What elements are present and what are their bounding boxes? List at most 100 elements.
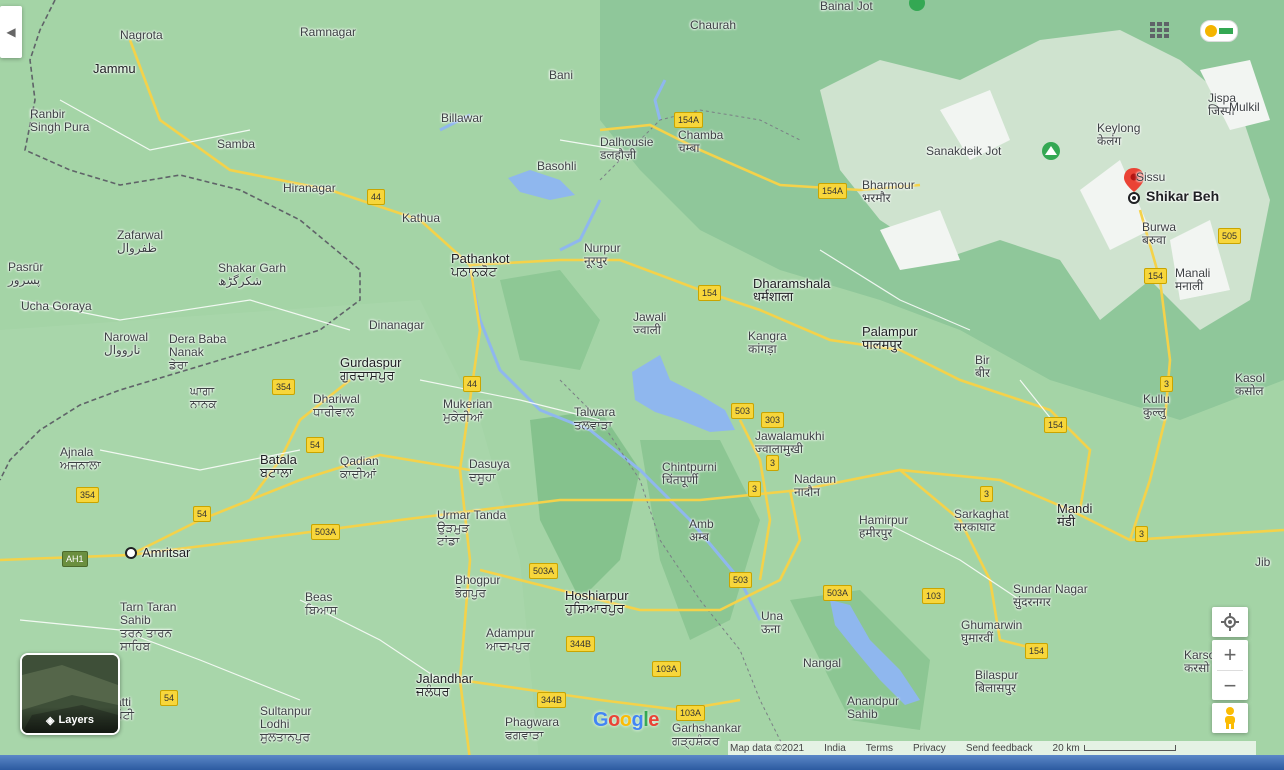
place-label-chintpurni[interactable]: Chintpurni चिंतपूर्णी	[662, 461, 717, 487]
place-label-zafarwal[interactable]: Zafarwal ظفروال	[117, 229, 163, 255]
place-label-basohli[interactable]: Basohli	[537, 160, 576, 173]
place-label-manali[interactable]: Manali मनाली	[1175, 267, 1210, 293]
place-label-sundarnagar[interactable]: Sundar Nagar सुंदरनगर	[1013, 583, 1088, 609]
place-label-ghaga[interactable]: ਘਾਗਾ ਨਾਨਕ	[190, 385, 217, 411]
place-label-hamirpur[interactable]: Hamirpur हमीरपुर	[859, 514, 908, 540]
place-label-beas[interactable]: Beas ਬਿਆਸ	[305, 591, 337, 617]
road-shield: 154	[1144, 268, 1168, 284]
place-label-line: ਨਾਨਕ	[190, 397, 217, 411]
place-label-bir[interactable]: Bir बीर	[975, 354, 990, 380]
pin-label[interactable]: Shikar Beh	[1146, 189, 1219, 203]
place-label-sarkaghat[interactable]: Sarkaghat सरकाघाट	[954, 508, 1009, 534]
terms-link[interactable]: Terms	[866, 743, 893, 754]
street-view-pegman[interactable]	[1212, 703, 1248, 733]
layers-label: Layers	[58, 714, 94, 726]
place-label-mulkil[interactable]: Mulkil	[1229, 101, 1260, 114]
os-taskbar	[0, 755, 1284, 770]
place-label-pasrur[interactable]: Pasrūr پسرور	[8, 261, 43, 287]
side-panel-toggle[interactable]: ◀	[0, 6, 22, 58]
place-label-line: Kathua	[402, 211, 441, 225]
place-label-line: Nagrota	[120, 28, 163, 42]
place-label-line: बीर	[975, 366, 990, 380]
place-label-hiranagar[interactable]: Hiranagar	[283, 182, 336, 195]
place-label-una[interactable]: Una ऊना	[761, 610, 783, 636]
place-label-jammu[interactable]: Jammu	[93, 62, 136, 75]
place-label-jawalamukhi[interactable]: Jawalamukhi ज्वालामुखी	[755, 430, 824, 456]
place-label-narowal[interactable]: Narowal نارووال	[104, 331, 148, 357]
place-label-bani[interactable]: Bani	[549, 69, 573, 82]
place-label-keylong[interactable]: Keylong केलंग	[1097, 122, 1140, 148]
place-label-kathua[interactable]: Kathua	[402, 212, 440, 225]
place-label-nadaun[interactable]: Nadaun नादौन	[794, 473, 836, 499]
layers-button[interactable]: ◈ Layers	[20, 653, 120, 735]
place-label-qadian[interactable]: Qadian ਕਾਦੀਆਂ	[340, 455, 379, 481]
place-label-anandpur[interactable]: Anandpur Sahib	[847, 695, 899, 721]
account-avatar[interactable]	[1200, 20, 1238, 42]
place-label-line: धर्मशाला	[753, 289, 794, 304]
privacy-link[interactable]: Privacy	[913, 743, 946, 754]
place-label-talwara[interactable]: Talwara ਤਲਵਾੜਾ	[574, 406, 615, 432]
place-label-line: भरमौर	[862, 191, 891, 205]
place-label-bilaspur[interactable]: Bilaspur बिलासपुर	[975, 669, 1018, 695]
scale-indicator[interactable]: 20 km	[1053, 743, 1176, 754]
place-label-kasol[interactable]: Kasol कसोल	[1235, 372, 1265, 398]
road-shield: 503	[731, 403, 755, 419]
place-label-mandi[interactable]: Mandi मंडी	[1057, 502, 1092, 528]
place-label-dinanagar[interactable]: Dinanagar	[369, 319, 424, 332]
place-label-urmar[interactable]: Urmar Tanda ਉੜਮੁੜ ਟਾਂਡਾ	[437, 509, 506, 548]
place-label-ajnala[interactable]: Ajnala ਅਜਨਾਲਾ	[60, 446, 101, 472]
place-label-burwa[interactable]: Burwa बरुवा	[1142, 221, 1176, 247]
place-label-line: Sissu	[1136, 170, 1166, 184]
place-label-sissu[interactable]: Sissu	[1136, 171, 1165, 184]
send-feedback-link[interactable]: Send feedback	[966, 743, 1033, 754]
place-label-ucha[interactable]: Ucha Goraya	[21, 300, 92, 313]
zoom-out-button[interactable]: −	[1224, 671, 1237, 700]
place-label-bhogpur[interactable]: Bhogpur ਭੋਗਪੁਰ	[455, 574, 500, 600]
place-label-jalandhar[interactable]: Jalandhar ਜਲੰਧਰ	[416, 672, 473, 698]
place-label-hoshiarpur[interactable]: Hoshiarpur ਹੁਸ਼ਿਆਰਪੁਰ	[565, 589, 629, 615]
place-label-karso[interactable]: Karso करसो	[1184, 649, 1215, 675]
place-label-amritsar[interactable]: Amritsar	[142, 546, 190, 559]
place-label-chamba[interactable]: Chamba चम्बा	[678, 129, 723, 155]
place-label-pathankot[interactable]: Pathankot ਪਠਾਨਕੋਟ	[451, 252, 510, 278]
place-label-bainal[interactable]: Bainal Jot	[820, 0, 873, 13]
place-label-derababa[interactable]: Dera Baba Nanak ਡੇਰਾ	[169, 333, 226, 372]
place-label-sultanpur[interactable]: Sultanpur Lodhi ਸੁਲਤਾਨਪੁਰ	[260, 705, 311, 744]
place-label-nangal[interactable]: Nangal	[803, 657, 841, 670]
place-label-samba[interactable]: Samba	[217, 138, 255, 151]
place-label-shakargarh[interactable]: Shakar Garh شکرگڑھ	[218, 262, 286, 288]
place-label-bharmour[interactable]: Bharmour भरमौर	[862, 179, 915, 205]
place-label-nagrota[interactable]: Nagrota	[120, 29, 163, 42]
place-label-line: ਤਲਵਾੜਾ	[574, 418, 613, 432]
place-label-ramnagar[interactable]: Ramnagar	[300, 26, 356, 39]
place-label-dhariwal[interactable]: Dhariwal ਧਾਰੀਵਾਲ	[313, 393, 360, 419]
apps-grid-icon[interactable]	[1150, 22, 1170, 38]
road-shield: 354	[272, 379, 296, 395]
place-label-palampur[interactable]: Palampur पालमपुर	[862, 325, 918, 351]
country-link[interactable]: India	[824, 743, 846, 754]
place-label-mukerian[interactable]: Mukerian ਮੁਕੇਰੀਆਂ	[443, 398, 492, 424]
place-label-line: चम्बा	[678, 141, 700, 155]
place-label-dalhousie[interactable]: Dalhousie डलहौज़ी	[600, 136, 653, 162]
place-label-ghumarwin[interactable]: Ghumarwin घुमारवीं	[961, 619, 1022, 645]
zoom-in-button[interactable]: +	[1224, 640, 1237, 670]
place-label-phagwara[interactable]: Phagwara ਫਗਵਾੜਾ	[505, 716, 559, 742]
place-label-gurdaspur[interactable]: Gurdaspur ਗੁਰਦਾਸਪੁਰ	[340, 356, 401, 382]
place-label-jawali[interactable]: Jawali ज्वाली	[633, 311, 666, 337]
place-label-chaurah[interactable]: Chaurah	[690, 19, 736, 32]
my-location-button[interactable]	[1212, 607, 1248, 637]
place-label-dharamshala[interactable]: Dharamshala धर्मशाला	[753, 277, 830, 303]
place-label-dasuya[interactable]: Dasuya ਦਸੂਹਾ	[469, 458, 510, 484]
place-label-sanakdeik[interactable]: Sanakdeik Jot	[926, 145, 1001, 158]
place-label-ranbir[interactable]: Ranbir Singh Pura	[30, 108, 89, 134]
place-label-amb[interactable]: Amb अम्ब	[689, 518, 714, 544]
place-label-kullu[interactable]: Kullu कुल्लु	[1143, 393, 1170, 419]
place-label-kangra[interactable]: Kangra कांगड़ा	[748, 330, 787, 356]
place-label-billawar[interactable]: Billawar	[441, 112, 483, 125]
place-label-adampur[interactable]: Adampur ਆਦਮਪੁਰ	[486, 627, 535, 653]
place-label-tarntaran[interactable]: Tarn Taran Sahib ਤਰਨ ਤਾਰਨ ਸਾਹਿਬ	[120, 601, 176, 653]
place-label-batala[interactable]: Batala ਬਟਾਲਾ	[260, 453, 297, 479]
place-label-nurpur[interactable]: Nurpur नूरपुर	[584, 242, 621, 268]
road-shield: 3	[766, 455, 780, 471]
place-label-jib[interactable]: Jib	[1255, 556, 1270, 569]
